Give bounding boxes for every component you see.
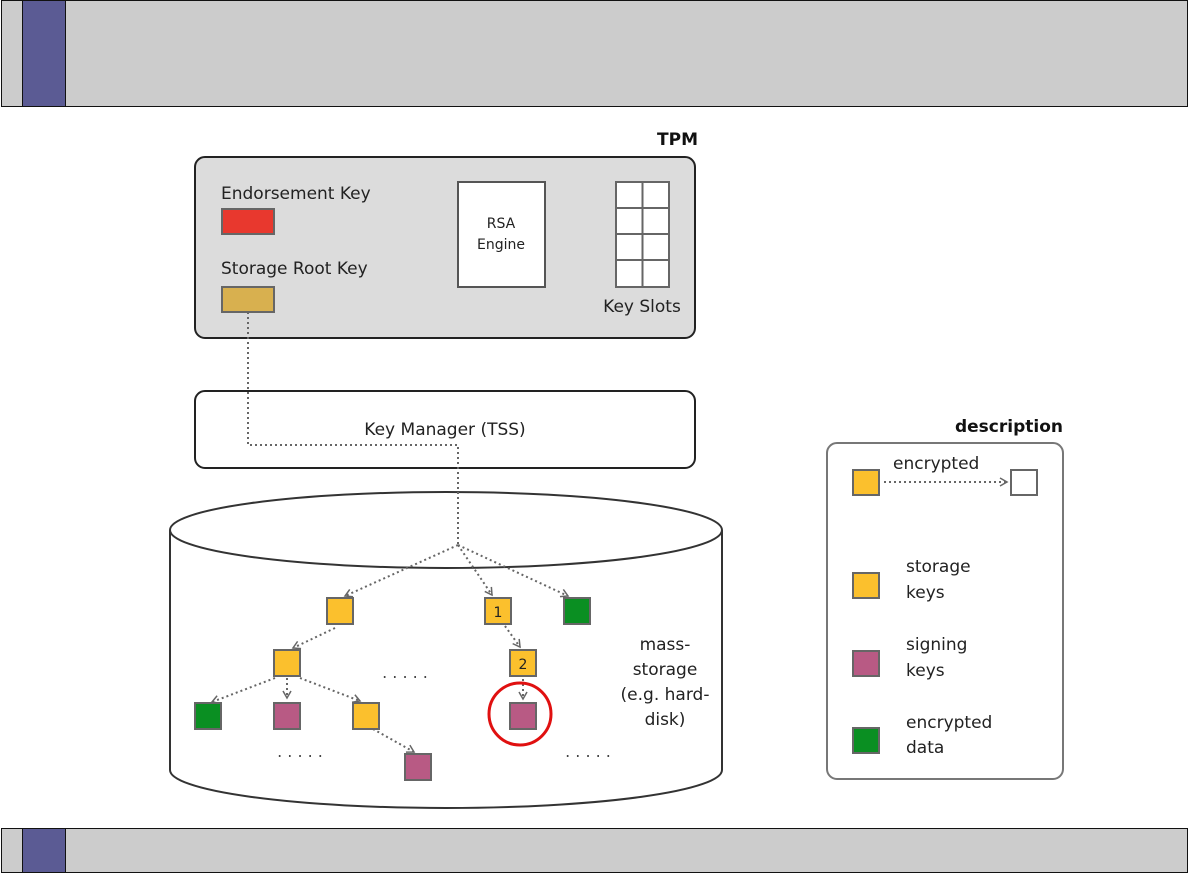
signing-key-node	[273, 702, 301, 730]
storage-key-node-2-number: 2	[519, 657, 528, 673]
mass-storage-label-line1: mass-	[640, 635, 691, 655]
rsa-engine-label-line1: RSA	[487, 216, 516, 232]
legend-encrypted-label: encrypted	[893, 454, 979, 474]
legend-signing-keys-icon	[852, 650, 880, 677]
endorsement-key-label: Endorsement Key	[221, 184, 371, 204]
legend-encrypted-data-icon	[852, 727, 880, 754]
footer-left-tab	[2, 829, 23, 872]
storage-key-node-1-number: 1	[494, 605, 503, 621]
storage-root-key-label: Storage Root Key	[221, 259, 368, 279]
tpm-key-hierarchy-diagram: TPM Endorsement Key Storage Root Key RSA…	[169, 130, 1064, 809]
encrypted-data-node	[563, 597, 591, 625]
mass-storage-label-line3: (e.g. hard-	[621, 685, 710, 705]
signing-key-node-target	[509, 702, 537, 730]
legend-signing-keys-label-line1: signing	[906, 635, 967, 655]
legend-signing-keys-label-line2: keys	[906, 661, 945, 681]
endorsement-key-icon	[221, 208, 275, 235]
tpm-title: TPM	[657, 130, 698, 150]
legend-storage-keys-icon	[852, 572, 880, 599]
tree-ellipsis: . . . . .	[382, 663, 428, 682]
key-slots-label: Key Slots	[603, 297, 681, 317]
storage-key-node	[273, 649, 301, 677]
storage-root-key-icon	[221, 286, 275, 313]
key-manager-label: Key Manager (TSS)	[364, 420, 525, 440]
key-slots-grid	[615, 181, 670, 288]
mass-storage-label-line4: disk)	[645, 710, 686, 730]
storage-key-node	[326, 597, 354, 625]
legend-encrypted-target-icon	[1010, 469, 1038, 496]
mass-storage-cylinder-top	[169, 491, 723, 569]
mass-storage-label-line2: storage	[633, 660, 698, 680]
legend-encrypted-data-label-line2: data	[906, 738, 944, 758]
legend-storage-keys-label-line2: keys	[906, 583, 945, 603]
footer-bar	[1, 828, 1188, 873]
tree-ellipsis: . . . . .	[277, 742, 323, 761]
legend-encrypted-data-label-line1: encrypted	[906, 713, 992, 733]
signing-key-node	[404, 753, 432, 781]
legend-title: description	[955, 417, 1063, 437]
rsa-engine-box	[457, 181, 546, 288]
legend-storage-keys-label-line1: storage	[906, 557, 971, 577]
footer-accent-block	[23, 829, 66, 872]
storage-key-node	[352, 702, 380, 730]
tree-ellipsis: . . . . .	[565, 742, 611, 761]
encrypted-data-node	[194, 702, 222, 730]
legend-storage-key-icon	[852, 469, 880, 496]
rsa-engine-label-line2: Engine	[477, 237, 525, 253]
